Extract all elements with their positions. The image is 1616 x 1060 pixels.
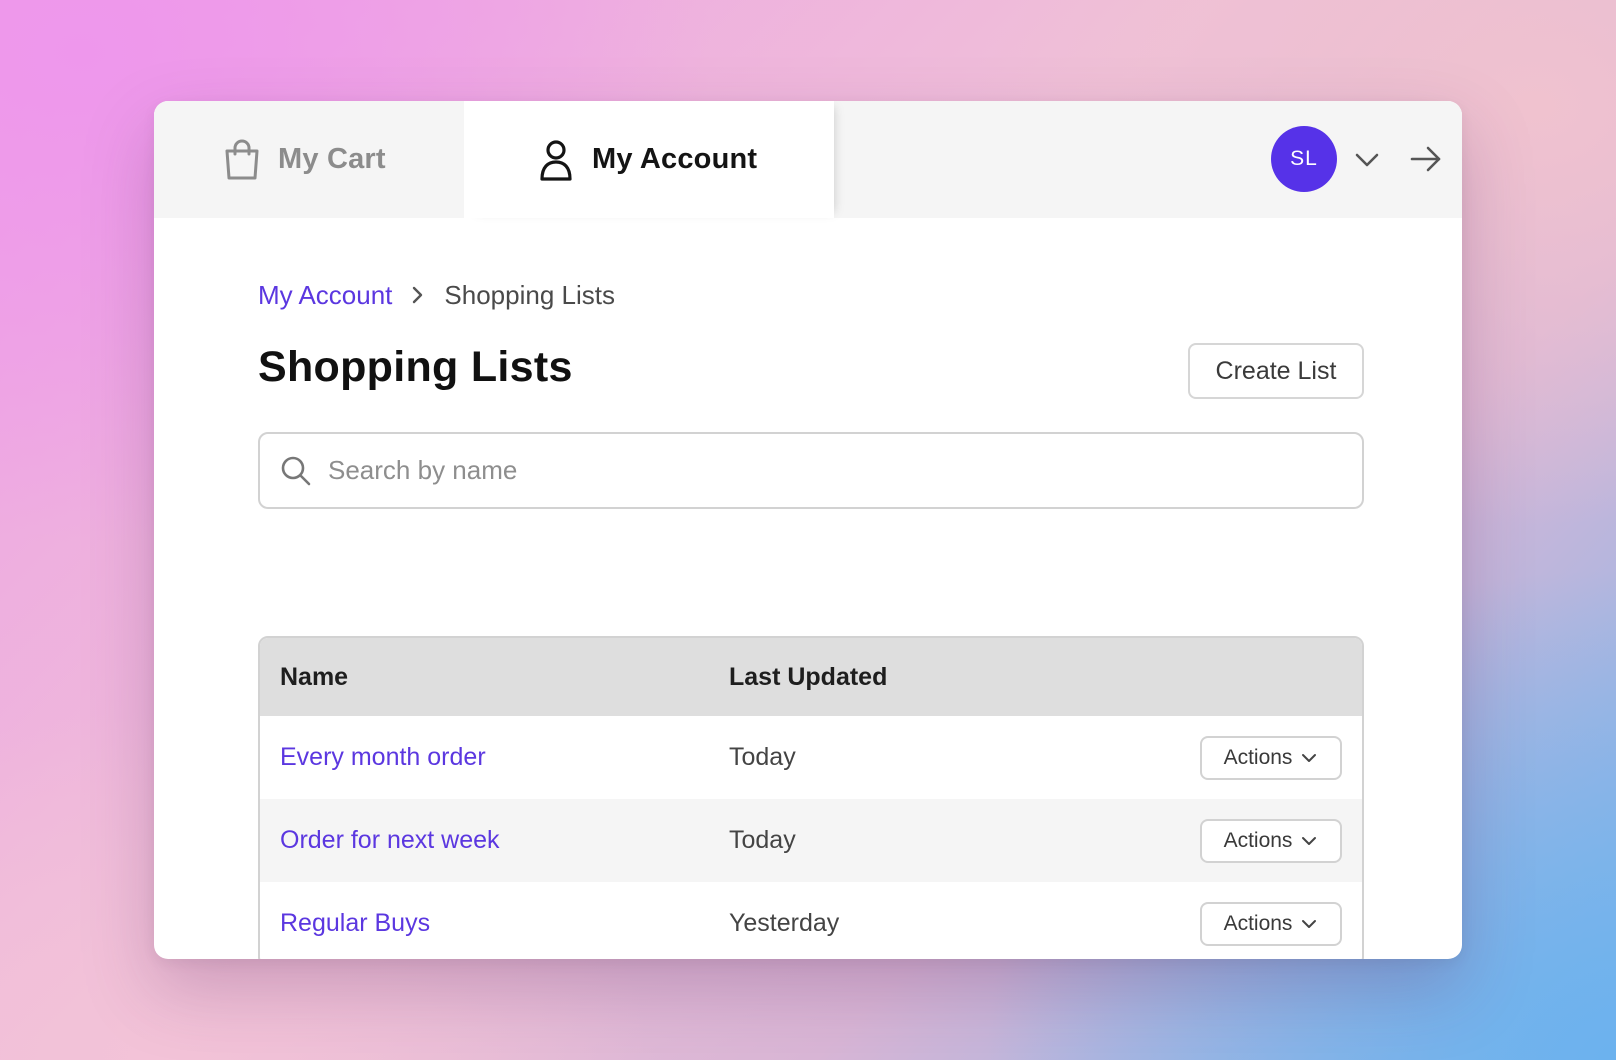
user-avatar[interactable]: SL (1271, 126, 1337, 192)
list-name-link[interactable]: Every month order (280, 743, 486, 772)
shopping-bag-icon (222, 138, 262, 182)
chevron-right-icon (406, 284, 428, 306)
create-list-button[interactable]: Create List (1188, 343, 1364, 399)
chevron-down-icon (1300, 832, 1318, 850)
list-name-link[interactable]: Order for next week (280, 826, 500, 855)
actions-label: Actions (1223, 828, 1293, 852)
actions-dropdown-button[interactable]: Actions (1200, 901, 1342, 946)
actions-label: Actions (1223, 745, 1293, 769)
table-row: Regular Buys Yesterday Actions (260, 882, 1362, 959)
breadcrumb-current: Shopping Lists (444, 279, 615, 310)
last-updated-cell: Yesterday (729, 909, 840, 937)
tab-my-cart[interactable]: My Cart (154, 101, 464, 218)
actions-dropdown-button[interactable]: Actions (1200, 818, 1342, 863)
tab-label: My Account (592, 143, 758, 175)
tab-label: My Cart (278, 143, 386, 175)
chevron-down-icon[interactable] (1352, 145, 1382, 175)
table-row: Order for next week Today Actions (260, 799, 1362, 882)
shopping-lists-table: Name Last Updated Every month order Toda… (258, 636, 1364, 959)
column-header-last-updated: Last Updated (729, 662, 888, 691)
search-icon (280, 455, 312, 487)
chevron-down-icon (1300, 749, 1318, 767)
search-input[interactable] (326, 454, 1330, 487)
table-header: Name Last Updated (260, 638, 1362, 716)
app-window: My Cart My Account SL My Account Shoppin… (154, 101, 1462, 959)
page-title: Shopping Lists (258, 343, 573, 391)
actions-label: Actions (1223, 911, 1293, 935)
tab-my-account[interactable]: My Account (464, 101, 834, 218)
list-name-link[interactable]: Regular Buys (280, 909, 430, 938)
column-header-name: Name (280, 662, 349, 691)
last-updated-cell: Today (729, 743, 796, 771)
arrow-right-icon[interactable] (1409, 142, 1443, 176)
user-icon (536, 138, 576, 182)
search-bar (258, 432, 1364, 509)
table-row: Every month order Today Actions (260, 716, 1362, 799)
breadcrumb-link-my-account[interactable]: My Account (258, 280, 392, 311)
breadcrumb: My Account Shopping Lists (258, 278, 615, 312)
top-bar: My Cart My Account SL (154, 101, 1462, 218)
chevron-down-icon (1300, 915, 1318, 933)
actions-dropdown-button[interactable]: Actions (1200, 735, 1342, 780)
last-updated-cell: Today (729, 826, 796, 854)
